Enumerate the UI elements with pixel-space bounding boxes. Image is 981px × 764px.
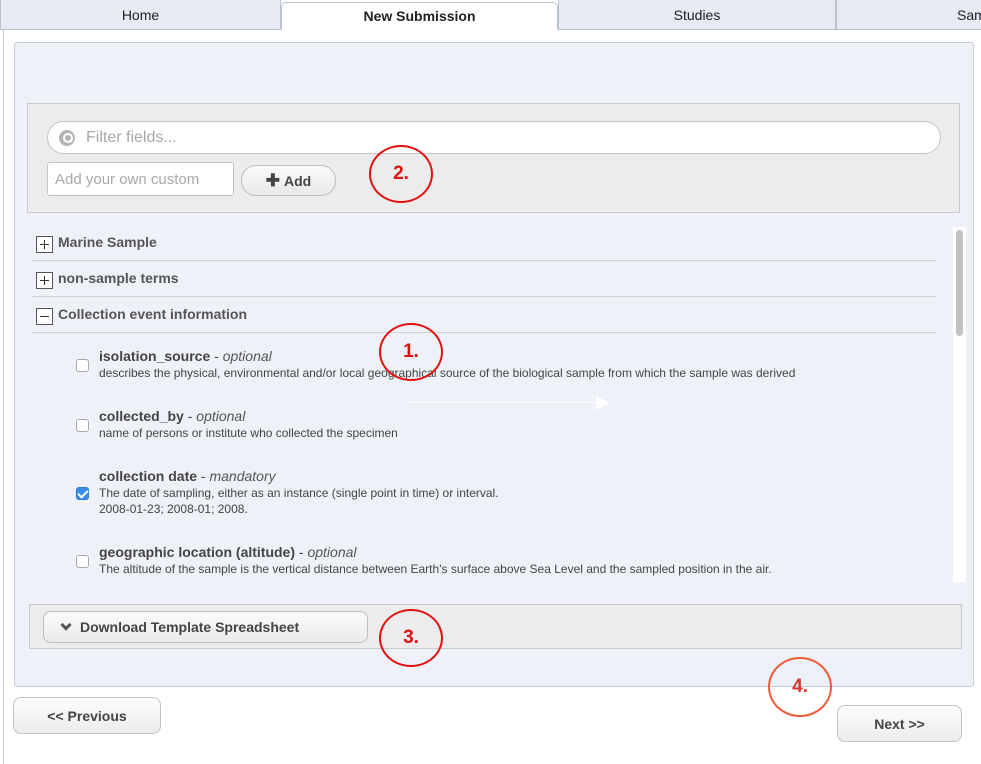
field-name-text: geographic location (altitude) (99, 544, 296, 560)
filter-box: ✚Add (27, 103, 960, 213)
annotation-marker-4: 4. (768, 657, 832, 717)
tab-bar: Home New Submission Studies Samp (0, 0, 981, 30)
search-icon (59, 130, 75, 146)
tab-home[interactable]: Home (0, 0, 281, 30)
tab-studies[interactable]: Studies (558, 0, 836, 30)
download-bar: Download Template Spreadsheet (29, 604, 962, 649)
group-marine-sample[interactable]: Marine Sample (32, 225, 936, 261)
field-name: isolation_source - optional (99, 348, 272, 364)
expand-icon[interactable] (36, 272, 53, 289)
annotation-marker-1: 1. (379, 323, 443, 381)
field-description: describes the physical, environmental an… (99, 366, 796, 380)
field-checkbox[interactable] (76, 487, 89, 500)
field-name: collected_by - optional (99, 408, 245, 424)
field-name: geographic location (altitude) - optiona… (99, 544, 357, 560)
tab-samples[interactable]: Samp (836, 0, 981, 30)
field-description: The altitude of the sample is the vertic… (99, 562, 772, 576)
annotation-marker-2: 2. (369, 145, 433, 203)
field-requirement: optional (307, 544, 357, 560)
annotation-arrow-line (410, 402, 600, 403)
field-requirement: optional (196, 408, 246, 424)
group-label: Marine Sample (58, 234, 157, 250)
scrollbar-thumb[interactable] (956, 230, 963, 336)
field-example: 2008-01-23; 2008-01; 2008. (99, 502, 248, 516)
field-description: name of persons or institute who collect… (99, 426, 398, 440)
annotation-arrow-icon (596, 396, 610, 410)
field-checkbox[interactable] (76, 555, 89, 568)
field-description: The date of sampling, either as an insta… (99, 486, 499, 500)
add-button[interactable]: ✚ Add (241, 165, 336, 196)
field-separator: - (210, 348, 223, 364)
collapse-icon[interactable] (36, 308, 53, 325)
field-name-text: collection date (99, 468, 198, 484)
plus-icon: ✚ (265, 170, 281, 190)
field-requirement: mandatory (209, 468, 276, 484)
field-separator: - (183, 408, 197, 424)
previous-button[interactable]: << Previous (13, 697, 161, 734)
field-name-text: collected_by (99, 408, 184, 424)
add-button-label: Add (284, 172, 312, 189)
field-name: collection date - mandatory (99, 468, 276, 484)
field-checkbox[interactable] (76, 359, 89, 372)
group-label: Collection event information (58, 306, 248, 322)
field-separator: - (197, 468, 210, 484)
custom-field-input[interactable] (47, 162, 234, 196)
page-edge-divider (3, 30, 4, 764)
fields-scrollbar[interactable] (953, 227, 966, 582)
tab-new-submission[interactable]: New Submission (281, 2, 558, 30)
chevron-down-icon (60, 619, 72, 631)
group-label: non-sample terms (58, 270, 179, 286)
filter-fields-input[interactable] (86, 127, 926, 149)
group-collection-event-information[interactable]: Collection event information (32, 297, 936, 333)
download-button-label: Download Template Spreadsheet (80, 619, 300, 635)
field-requirement: optional (222, 348, 272, 364)
group-non-sample-terms[interactable]: non-sample terms (32, 261, 936, 297)
search-field (47, 121, 941, 154)
download-template-button[interactable]: Download Template Spreadsheet (43, 611, 368, 643)
annotation-marker-3: 3. (379, 609, 443, 667)
field-checkbox[interactable] (76, 419, 89, 432)
next-button[interactable]: Next >> (837, 705, 962, 742)
field-separator: - (295, 544, 308, 560)
fields-list: Marine Sample non-sample terms Collectio… (27, 225, 970, 585)
expand-icon[interactable] (36, 236, 53, 253)
field-name-text: isolation_source (99, 348, 211, 364)
